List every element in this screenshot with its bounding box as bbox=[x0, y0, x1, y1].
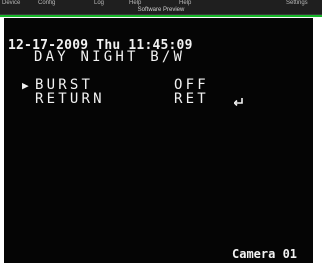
menu-item-device[interactable]: Device bbox=[2, 0, 20, 7]
preview-title: Software Preview bbox=[137, 7, 185, 13]
menu-item-help-1[interactable]: Help bbox=[129, 0, 141, 7]
osd-menu-mode: DAY NIGHT B/W bbox=[34, 49, 186, 65]
osd-return-value: RET bbox=[174, 91, 209, 107]
menu-bar: Device Config Log Help Help Settings bbox=[0, 0, 322, 7]
osd-selector-icon: ▶ bbox=[22, 79, 29, 92]
menu-item-help-2[interactable]: Help bbox=[179, 0, 191, 7]
app-toolbar: Device Config Log Help Help Settings Sof… bbox=[0, 0, 322, 15]
menu-item-settings[interactable]: Settings bbox=[286, 0, 308, 7]
video-preview[interactable]: 12-17-2009 Thu 11:45:09 DAY NIGHT B/W ▶ … bbox=[4, 18, 313, 263]
osd-return-label: RETURN bbox=[35, 91, 105, 107]
menu-item-config[interactable]: Config bbox=[38, 0, 55, 7]
camera-label: Camera 01 bbox=[232, 247, 298, 261]
return-arrow-icon bbox=[234, 98, 243, 106]
active-indicator-line bbox=[0, 15, 322, 17]
menu-item-log[interactable]: Log bbox=[94, 0, 104, 7]
